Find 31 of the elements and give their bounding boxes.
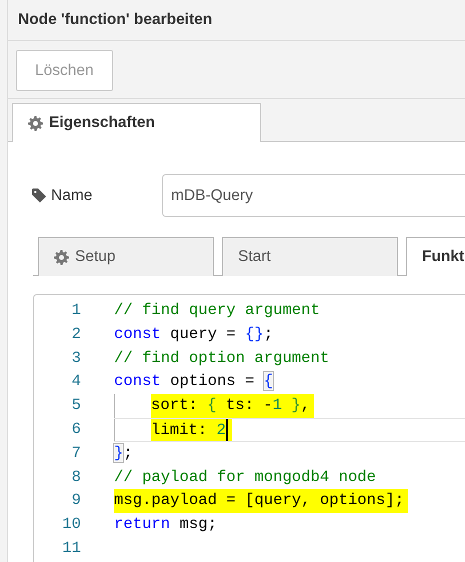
gear-icon xyxy=(54,250,69,264)
code-line: // find query argument xyxy=(114,300,321,321)
line-number: 11 xyxy=(61,538,81,559)
tag-icon xyxy=(32,188,47,203)
code-line: }; xyxy=(114,442,134,464)
code-editor[interactable] xyxy=(33,294,465,562)
line-number: 2 xyxy=(70,324,81,345)
line-number: 1 xyxy=(70,300,81,321)
properties-tab[interactable]: Eigenschaften xyxy=(12,103,261,142)
code-line: const options = { xyxy=(114,371,274,392)
line-number: 8 xyxy=(70,466,81,488)
line-number: 6 xyxy=(70,418,81,440)
editor-tab[interactable]: Setup xyxy=(38,237,214,276)
editor-tab[interactable]: Start xyxy=(222,237,398,276)
line-number: 9 xyxy=(70,490,81,512)
window-title: Node 'function' bearbeiten xyxy=(18,10,212,30)
line-number: 3 xyxy=(70,348,81,369)
code-line: return msg; xyxy=(114,514,218,536)
line-number: 5 xyxy=(70,395,81,416)
code-line: limit: 2 xyxy=(114,418,465,442)
line-number: 7 xyxy=(70,442,81,464)
gear-icon xyxy=(28,116,43,130)
code-line: sort: { ts: -1 }, xyxy=(114,394,465,418)
code-line: const query = {}; xyxy=(114,324,274,345)
editor-tab[interactable]: Funkt xyxy=(406,237,465,276)
name-label: Name xyxy=(51,186,92,206)
name-input-field[interactable]: mDB-Query xyxy=(162,174,465,217)
line-number: 10 xyxy=(61,514,81,536)
code-line: // find option argument xyxy=(114,348,330,369)
line-number: 4 xyxy=(70,371,81,392)
code-line: // payload for mongodb4 node xyxy=(114,466,378,488)
